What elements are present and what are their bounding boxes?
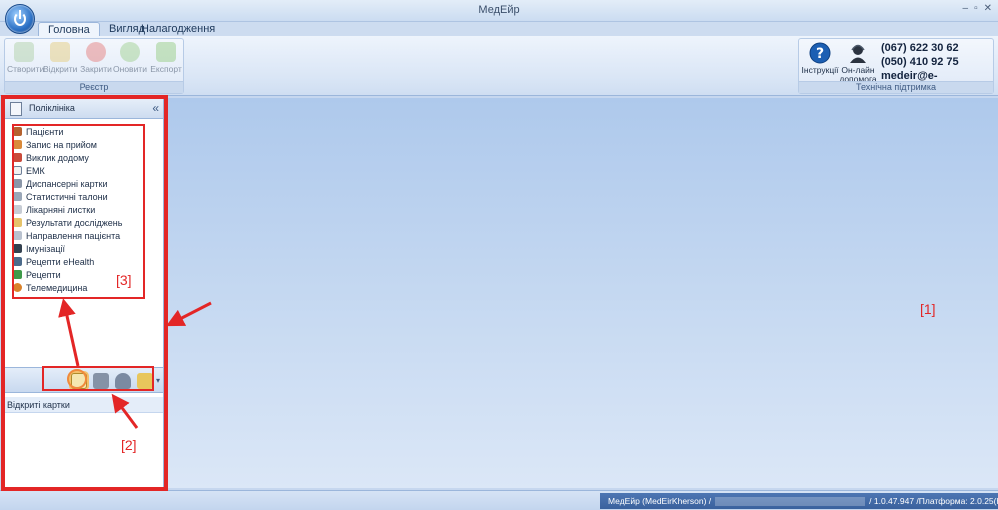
tab-home[interactable]: Головна [38, 22, 100, 36]
support-group: ? Інструкції Он-лайн допомога (067) 622 … [798, 38, 994, 94]
phone-2: (050) 410 92 75 [881, 56, 959, 68]
workspace-area [167, 98, 998, 488]
app-menu-orb-icon[interactable] [5, 4, 35, 34]
minimize-button[interactable]: – [963, 3, 969, 14]
open-button[interactable]: Відкрити [43, 42, 77, 74]
maximize-button[interactable]: ▫ [974, 3, 978, 14]
svg-text:?: ? [816, 46, 824, 62]
help-icon: ? [809, 42, 831, 64]
export-button[interactable]: Експорт [149, 42, 183, 74]
status-bar: МедЕйр (MedEirKherson) / / 1.0.47.947 /Пл… [0, 490, 998, 510]
close-button[interactable]: ✕ [984, 3, 992, 14]
annotation-label-3: [3] [116, 272, 132, 288]
window-title: МедЕйр [478, 4, 520, 16]
ribbon: Створити Відкрити Закрити Оновити Експор… [0, 36, 998, 96]
support-group-label: Технічна підтримка [799, 81, 993, 93]
status-info: МедЕйр (MedEirKherson) / / 1.0.47.947 /Пл… [600, 493, 998, 509]
refresh-icon [120, 42, 140, 62]
headset-agent-icon [850, 44, 866, 63]
annotation-label-1: [1] [920, 301, 936, 317]
annotation-label-2: [2] [121, 437, 137, 453]
refresh-label: Оновити [113, 64, 147, 74]
annotation-box-2 [42, 366, 154, 391]
create-icon [14, 42, 34, 62]
close-record-button[interactable]: Закрити [79, 42, 113, 74]
open-icon [50, 42, 70, 62]
open-label: Відкрити [43, 64, 78, 74]
online-help-button[interactable]: Он-лайн допомога [839, 42, 877, 84]
create-button[interactable]: Створити [7, 42, 45, 74]
instructions-label: Інструкції [801, 65, 839, 75]
status-app-name: МедЕйр (MedEirKherson) / [608, 496, 712, 506]
refresh-button[interactable]: Оновити [113, 42, 147, 74]
phone-1: (067) 622 30 62 [881, 42, 959, 54]
instructions-button[interactable]: ? Інструкції [801, 42, 839, 75]
status-version: / 1.0.47.947 /Платформа: 2.0.25(hf7) [869, 496, 998, 506]
registry-group-label: Реєстр [5, 81, 183, 93]
close-circle-icon [86, 42, 106, 62]
export-flag-icon [156, 42, 176, 62]
window-controls: – ▫ ✕ [963, 3, 993, 14]
tab-debug[interactable]: Налагодження [132, 22, 224, 36]
close-record-label: Закрити [80, 64, 112, 74]
export-label: Експорт [150, 64, 182, 74]
redacted-area [715, 497, 866, 507]
ribbon-tabs: Головна Вигляд Налагодження [0, 22, 998, 36]
registry-group: Створити Відкрити Закрити Оновити Експор… [4, 38, 184, 94]
create-label: Створити [7, 64, 45, 74]
title-bar: МедЕйр – ▫ ✕ [0, 0, 998, 22]
